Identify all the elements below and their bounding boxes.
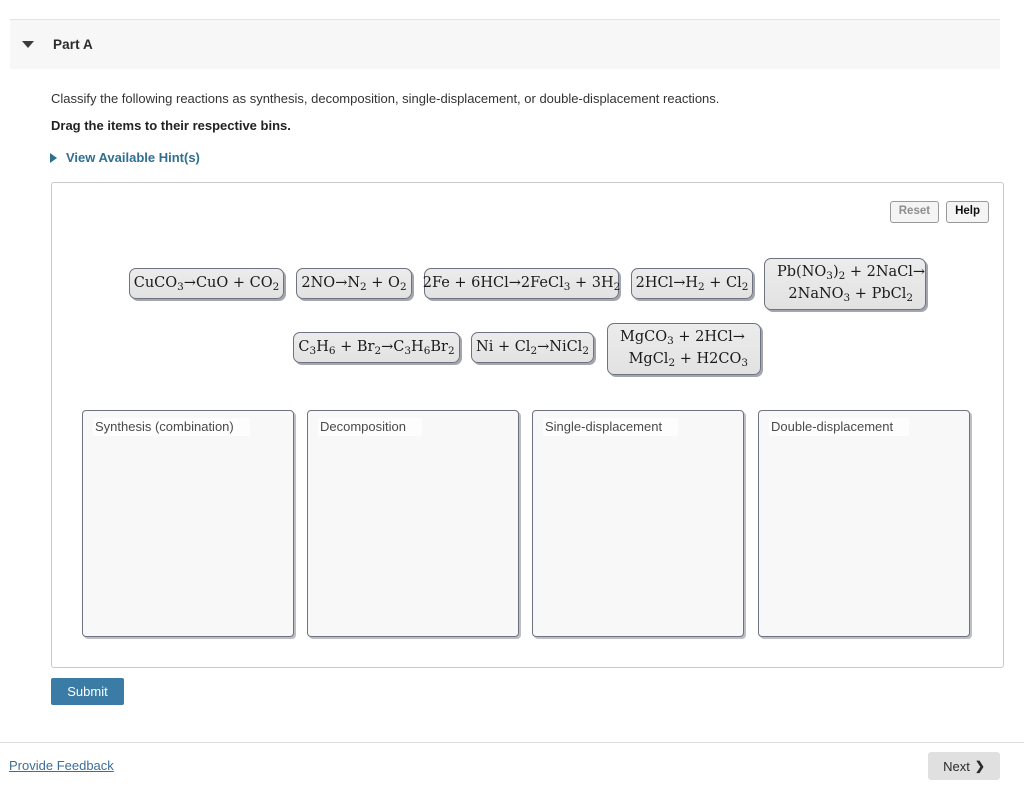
equation-line: MgCl2 + H2CO3 [628,351,748,369]
equation-tile[interactable]: Ni + Cl2→NiCl2 [471,332,594,363]
equation-text: C3H6 + Br2→C3H6Br2 [298,338,455,357]
drop-bin[interactable]: Decomposition [307,410,519,637]
panel-toolbar: Reset Help [889,201,989,223]
equation-text: 2HCl→H2 + Cl2 [635,274,749,293]
equation-text: CuCO3→CuO + CO2 [133,274,280,293]
bin-label: Single-displacement [543,418,679,436]
bin-label: Double-displacement [769,418,910,436]
equation-tile[interactable]: 2Fe + 6HCl→2FeCl3 + 3H2 [422,268,621,299]
drop-bin[interactable]: Double-displacement [758,410,970,637]
help-button[interactable]: Help [946,201,989,223]
chevron-right-icon: ❯ [974,759,985,773]
question-instruction: Classify the following reactions as synt… [51,91,720,106]
view-hints-label: View Available Hint(s) [66,150,200,165]
drag-instruction: Drag the items to their respective bins. [51,118,291,133]
bin-label: Decomposition [318,418,422,436]
answer-panel: Reset Help CuCO3→CuO + CO2 2NO→N2 + O2 2Fe… [51,182,1004,668]
part-header[interactable]: Part A [10,19,1000,69]
part-title: Part A [53,37,93,52]
equation-line: Pb(NO3)2 + 2NaCl→ [777,263,926,282]
equation-tile[interactable]: 2HCl→H2 + Cl2 [631,268,753,299]
footer-divider [0,742,1024,743]
provide-feedback-link[interactable]: Provide Feedback [9,758,114,773]
equation-line: MgCO3 + 2HCl→ [620,328,745,347]
equation-tile[interactable]: 2NO→N2 + O2 [296,268,412,299]
equation-text: 2NO→N2 + O2 [301,274,407,293]
drop-bin[interactable]: Synthesis (combination) [82,410,294,637]
caret-down-icon[interactable] [22,41,34,48]
equation-tile[interactable]: MgCO3 + 2HCl→ MgCl2 + H2CO3 [607,323,761,375]
equation-line: 2NaNO3 + PbCl2 [788,286,913,304]
next-button-label: Next [943,758,970,774]
bin-label: Synthesis (combination) [93,418,250,436]
caret-right-icon [50,152,57,163]
equation-tile[interactable]: CuCO3→CuO + CO2 [129,268,284,299]
equation-tile[interactable]: C3H6 + Br2→C3H6Br2 [293,332,460,363]
equation-text: Ni + Cl2→NiCl2 [476,338,589,357]
drop-bin[interactable]: Single-displacement [532,410,744,637]
view-hints-toggle[interactable]: View Available Hint(s) [50,150,200,165]
equation-text: 2Fe + 6HCl→2FeCl3 + 3H2 [422,274,621,293]
reset-button[interactable]: Reset [889,201,940,223]
submit-button[interactable]: Submit [51,678,124,705]
next-button[interactable]: Next ❯ [928,752,1000,780]
equation-tile[interactable]: Pb(NO3)2 + 2NaCl→ 2NaNO3 + PbCl2 [764,258,926,310]
